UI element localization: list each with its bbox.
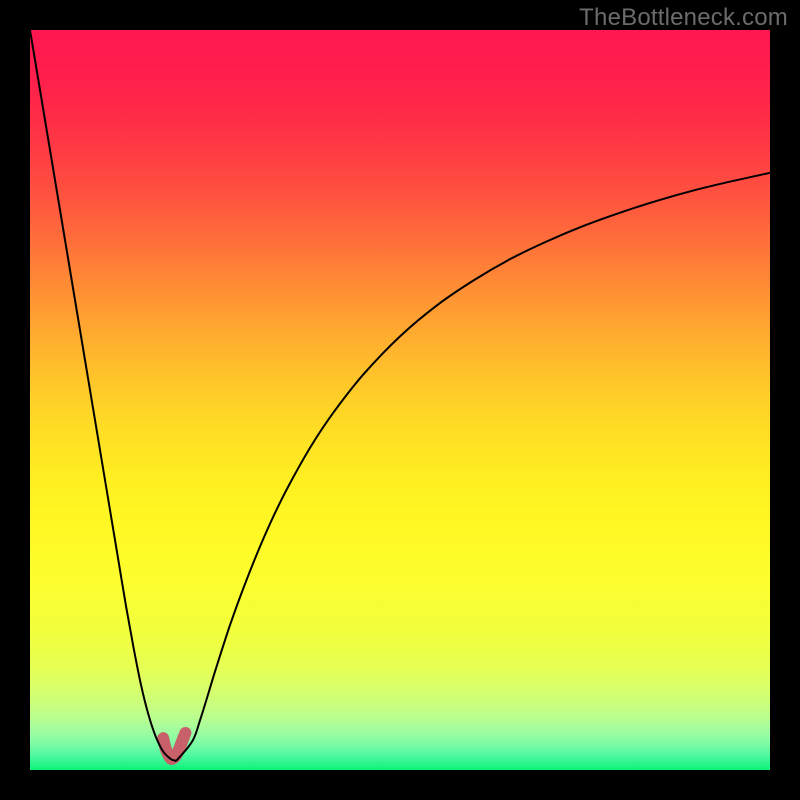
plot-area <box>30 30 770 770</box>
curve-layer <box>30 30 770 770</box>
chart-stage: TheBottleneck.com <box>0 0 800 800</box>
watermark-label: TheBottleneck.com <box>579 4 788 32</box>
bottleneck-curve <box>30 30 770 761</box>
